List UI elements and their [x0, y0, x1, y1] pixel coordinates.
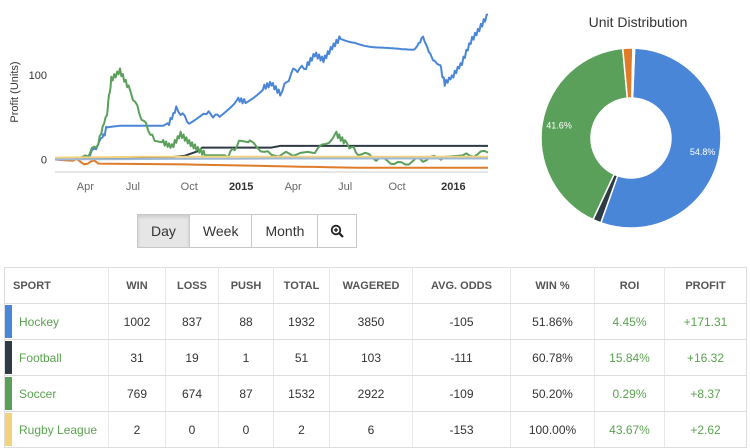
- loss-cell: 674: [165, 375, 219, 412]
- sport-name-link[interactable]: Hockey: [19, 315, 59, 329]
- avg-odds-cell: -109: [412, 375, 511, 412]
- push-cell: 87: [218, 375, 274, 412]
- loss-cell: 837: [165, 303, 219, 340]
- x-tick-label: Oct: [181, 181, 198, 193]
- win-cell: 769: [108, 375, 166, 412]
- y-tick-label: 100: [29, 70, 47, 82]
- profit-line-chart: Profit (Units) 0 100 Apr Jul Oct 2015 Apr Jul Oct…: [9, 13, 489, 193]
- win-cell: 31: [108, 339, 166, 376]
- x-tick-label: 2015: [229, 181, 253, 193]
- col-header-win-pct[interactable]: WIN %: [510, 267, 595, 304]
- sport-name-link[interactable]: Football: [19, 351, 62, 365]
- win-pct-cell: 50.20%: [510, 375, 595, 412]
- roi-cell: 43.67%: [594, 411, 665, 448]
- line-series: [54, 13, 489, 162]
- zoom-in-icon: [331, 224, 345, 238]
- sport-name-link[interactable]: Rugby League: [19, 423, 97, 437]
- x-tick-label: Apr: [285, 181, 302, 193]
- line-series: [54, 157, 488, 161]
- col-header-roi[interactable]: ROI: [594, 267, 665, 304]
- sport-stats-table: SPORT WIN LOSS PUSH TOTAL WAGERED AVG. O…: [4, 267, 747, 448]
- table-header-row: SPORT WIN LOSS PUSH TOTAL WAGERED AVG. O…: [4, 267, 747, 304]
- sport-color-swatch: [5, 341, 12, 374]
- pie-data-label: 41.6%: [546, 121, 572, 131]
- col-header-push[interactable]: PUSH: [218, 267, 274, 304]
- push-cell: 1: [218, 339, 274, 376]
- win-pct-cell: 51.86%: [510, 303, 595, 340]
- table-row[interactable]: Rugby League 2 0 0 2 6 -153 100.00% 43.6…: [4, 411, 747, 448]
- sport-color-swatch: [5, 377, 12, 410]
- range-button-group: Day Week Month: [137, 214, 358, 248]
- col-header-wagered[interactable]: WAGERED: [329, 267, 413, 304]
- table-row[interactable]: Hockey 1002 837 88 1932 3850 -105 51.86%…: [4, 303, 747, 340]
- sport-stats-table-wrap: SPORT WIN LOSS PUSH TOTAL WAGERED AVG. O…: [4, 267, 747, 448]
- avg-odds-cell: -111: [412, 339, 511, 376]
- total-cell: 2: [273, 411, 330, 448]
- x-tick-label: 2016: [441, 181, 465, 193]
- win-pct-cell: 60.78%: [510, 339, 595, 376]
- week-button[interactable]: Week: [190, 215, 253, 247]
- roi-cell: 15.84%: [594, 339, 665, 376]
- col-header-total[interactable]: TOTAL: [273, 267, 330, 304]
- wagered-cell: 3850: [329, 303, 413, 340]
- y-tick-label: 0: [41, 154, 47, 166]
- total-cell: 1932: [273, 303, 330, 340]
- pie-title: Unit Distribution: [589, 14, 688, 30]
- x-tick-label: Jul: [126, 181, 140, 193]
- avg-odds-cell: -105: [412, 303, 511, 340]
- table-row[interactable]: Football 31 19 1 51 103 -111 60.78% 15.8…: [4, 339, 747, 376]
- line-series: [54, 157, 488, 169]
- profit-cell: +16.32: [664, 339, 747, 376]
- loss-cell: 19: [165, 339, 219, 376]
- day-button[interactable]: Day: [138, 215, 190, 247]
- sport-color-swatch: [5, 413, 12, 446]
- wagered-cell: 6: [329, 411, 413, 448]
- y-axis-label: Profit (Units): [9, 61, 21, 122]
- col-header-profit[interactable]: PROFIT: [664, 267, 747, 304]
- col-header-avg-odds[interactable]: AVG. ODDS: [412, 267, 511, 304]
- wagered-cell: 103: [329, 339, 413, 376]
- month-button[interactable]: Month: [252, 215, 319, 247]
- sport-color-swatch: [5, 305, 12, 338]
- total-cell: 1532: [273, 375, 330, 412]
- loss-cell: 0: [165, 411, 219, 448]
- col-header-sport[interactable]: SPORT: [4, 267, 109, 304]
- x-tick-label: Oct: [389, 181, 406, 193]
- x-tick-label: Jul: [338, 181, 352, 193]
- pie-data-label: 54.8%: [690, 147, 716, 157]
- total-cell: 51: [273, 339, 330, 376]
- col-header-win[interactable]: WIN: [108, 267, 166, 304]
- roi-cell: 0.29%: [594, 375, 665, 412]
- profit-cell: +171.31: [664, 303, 747, 340]
- win-cell: 2: [108, 411, 166, 448]
- profit-cell: +2.62: [664, 411, 747, 448]
- push-cell: 88: [218, 303, 274, 340]
- zoom-button[interactable]: [318, 215, 356, 247]
- x-tick-label: Apr: [77, 181, 94, 193]
- avg-odds-cell: -153: [412, 411, 511, 448]
- win-pct-cell: 100.00%: [510, 411, 595, 448]
- sport-name-link[interactable]: Soccer: [19, 387, 56, 401]
- push-cell: 0: [218, 411, 274, 448]
- win-cell: 1002: [108, 303, 166, 340]
- table-row[interactable]: Soccer 769 674 87 1532 2922 -109 50.20% …: [4, 375, 747, 412]
- unit-distribution-pie-chart: Unit Distribution 54.8% 41.6%: [540, 14, 722, 229]
- roi-cell: 4.45%: [594, 303, 665, 340]
- wagered-cell: 2922: [329, 375, 413, 412]
- col-header-loss[interactable]: LOSS: [165, 267, 219, 304]
- profit-cell: +8.37: [664, 375, 747, 412]
